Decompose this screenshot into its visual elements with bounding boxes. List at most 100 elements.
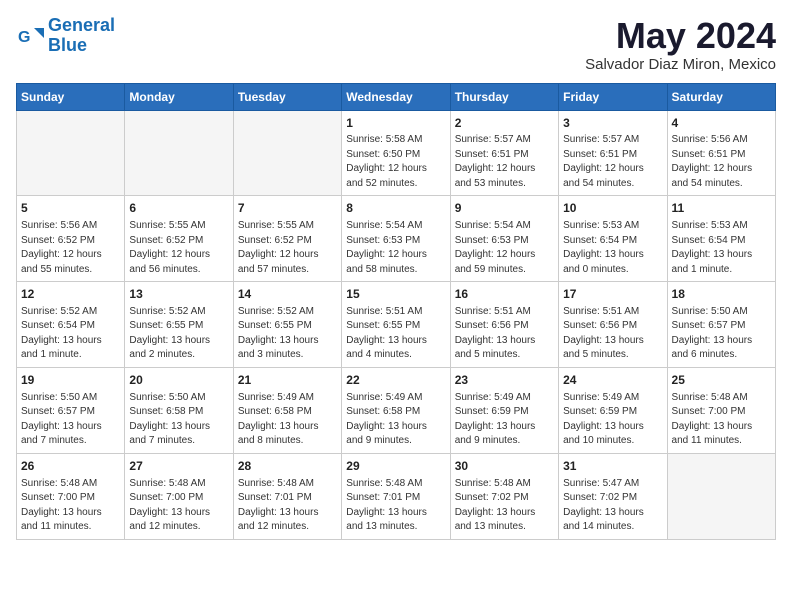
day-info: Sunrise: 5:57 AM Sunset: 6:51 PM Dayligh… (455, 133, 554, 191)
weekday-header: Tuesday (233, 83, 341, 110)
logo-text: General Blue (48, 16, 115, 56)
calendar-cell: 31 Sunrise: 5:47 AM Sunset: 7:02 PM Dayli… (559, 453, 667, 539)
month-title: May 2024 (585, 16, 776, 56)
day-info: Sunrise: 5:54 AM Sunset: 6:53 PM Dayligh… (455, 219, 554, 277)
title-block: May 2024 Salvador Diaz Miron, Mexico (585, 16, 776, 73)
calendar-cell: 17Sunrise: 5:51 AM Sunset: 6:56 PM Dayli… (559, 282, 667, 368)
day-number: 19 (21, 372, 120, 389)
day-info: Sunrise: 5:47 AM Sunset: 7:02 PM Dayligh… (563, 477, 662, 535)
calendar-cell: 18Sunrise: 5:50 AM Sunset: 6:57 PM Dayli… (667, 282, 775, 368)
day-info: Sunrise: 5:48 AM Sunset: 7:02 PM Dayligh… (455, 477, 554, 535)
weekday-header: Monday (125, 83, 233, 110)
day-number: 12 (21, 286, 120, 303)
page-header: G General Blue May 2024 Salvador Diaz Mi… (16, 16, 776, 73)
calendar-cell: 5 Sunrise: 5:56 AM Sunset: 6:52 PM Daylig… (17, 196, 125, 282)
calendar-cell: 12Sunrise: 5:52 AM Sunset: 6:54 PM Dayli… (17, 282, 125, 368)
calendar-cell: 22 Sunrise: 5:49 AM Sunset: 6:58 PM Dayli… (342, 367, 450, 453)
day-number: 27 (129, 458, 228, 475)
calendar-cell: 19 Sunrise: 5:50 AM Sunset: 6:57 PM Dayli… (17, 367, 125, 453)
day-info: Sunrise: 5:49 AM Sunset: 6:58 PM Dayligh… (238, 391, 337, 449)
calendar-cell: 16 Sunrise: 5:51 AM Sunset: 6:56 PM Dayli… (450, 282, 558, 368)
calendar-cell: 13 Sunrise: 5:52 AM Sunset: 6:55 PM Dayli… (125, 282, 233, 368)
day-number: 21 (238, 372, 337, 389)
logo-icon: G (16, 22, 44, 50)
calendar-cell: 23 Sunrise: 5:49 AM Sunset: 6:59 PM Dayli… (450, 367, 558, 453)
day-info: Sunrise: 5:53 AM Sunset: 6:54 PM Dayligh… (672, 219, 771, 277)
day-info: Sunrise: 5:51 AM Sunset: 6:56 PM Dayligh… (455, 305, 554, 363)
day-number: 13 (129, 286, 228, 303)
day-info: Sunrise: 5:49 AM Sunset: 6:59 PM Dayligh… (455, 391, 554, 449)
calendar-cell: 29 Sunrise: 5:48 AM Sunset: 7:01 PM Dayli… (342, 453, 450, 539)
day-number: 7 (238, 200, 337, 217)
weekday-header: Friday (559, 83, 667, 110)
weekday-header: Saturday (667, 83, 775, 110)
day-number: 26 (21, 458, 120, 475)
day-number: 24 (563, 372, 662, 389)
calendar-cell: 8 Sunrise: 5:54 AM Sunset: 6:53 PM Daylig… (342, 196, 450, 282)
calendar-cell: 24 Sunrise: 5:49 AM Sunset: 6:59 PM Dayli… (559, 367, 667, 453)
weekday-header: Wednesday (342, 83, 450, 110)
day-info: Sunrise: 5:58 AM Sunset: 6:50 PM Dayligh… (346, 133, 445, 191)
calendar-cell: 27 Sunrise: 5:48 AM Sunset: 7:00 PM Dayli… (125, 453, 233, 539)
day-number: 2 (455, 115, 554, 132)
calendar-cell (667, 453, 775, 539)
day-info: Sunrise: 5:52 AM Sunset: 6:55 PM Dayligh… (238, 305, 337, 363)
calendar-cell: 21 Sunrise: 5:49 AM Sunset: 6:58 PM Dayli… (233, 367, 341, 453)
day-number: 15 (346, 286, 445, 303)
day-info: Sunrise: 5:55 AM Sunset: 6:52 PM Dayligh… (129, 219, 228, 277)
calendar-cell: 14Sunrise: 5:52 AM Sunset: 6:55 PM Dayli… (233, 282, 341, 368)
day-info: Sunrise: 5:48 AM Sunset: 7:00 PM Dayligh… (672, 391, 771, 449)
day-number: 22 (346, 372, 445, 389)
calendar-cell (233, 110, 341, 196)
day-number: 8 (346, 200, 445, 217)
calendar-cell: 30 Sunrise: 5:48 AM Sunset: 7:02 PM Dayli… (450, 453, 558, 539)
day-number: 28 (238, 458, 337, 475)
svg-text:G: G (18, 29, 30, 46)
day-number: 31 (563, 458, 662, 475)
calendar-cell: 1Sunrise: 5:58 AM Sunset: 6:50 PM Daylig… (342, 110, 450, 196)
day-number: 11 (672, 200, 771, 217)
weekday-header: Thursday (450, 83, 558, 110)
day-info: Sunrise: 5:48 AM Sunset: 7:00 PM Dayligh… (21, 477, 120, 535)
day-info: Sunrise: 5:54 AM Sunset: 6:53 PM Dayligh… (346, 219, 445, 277)
calendar-week-row: 26 Sunrise: 5:48 AM Sunset: 7:00 PM Dayli… (17, 453, 776, 539)
day-number: 16 (455, 286, 554, 303)
day-number: 3 (563, 115, 662, 132)
day-number: 29 (346, 458, 445, 475)
day-info: Sunrise: 5:52 AM Sunset: 6:55 PM Dayligh… (129, 305, 228, 363)
day-info: Sunrise: 5:48 AM Sunset: 7:01 PM Dayligh… (238, 477, 337, 535)
day-info: Sunrise: 5:50 AM Sunset: 6:57 PM Dayligh… (672, 305, 771, 363)
calendar-cell: 9Sunrise: 5:54 AM Sunset: 6:53 PM Daylig… (450, 196, 558, 282)
calendar-cell: 7Sunrise: 5:55 AM Sunset: 6:52 PM Daylig… (233, 196, 341, 282)
day-number: 23 (455, 372, 554, 389)
calendar-header-row: SundayMondayTuesdayWednesdayThursdayFrid… (17, 83, 776, 110)
day-number: 1 (346, 115, 445, 132)
calendar-cell: 3Sunrise: 5:57 AM Sunset: 6:51 PM Daylig… (559, 110, 667, 196)
day-number: 25 (672, 372, 771, 389)
day-info: Sunrise: 5:48 AM Sunset: 7:01 PM Dayligh… (346, 477, 445, 535)
day-info: Sunrise: 5:53 AM Sunset: 6:54 PM Dayligh… (563, 219, 662, 277)
day-number: 4 (672, 115, 771, 132)
calendar-week-row: 1Sunrise: 5:58 AM Sunset: 6:50 PM Daylig… (17, 110, 776, 196)
day-number: 6 (129, 200, 228, 217)
day-info: Sunrise: 5:48 AM Sunset: 7:00 PM Dayligh… (129, 477, 228, 535)
day-info: Sunrise: 5:51 AM Sunset: 6:56 PM Dayligh… (563, 305, 662, 363)
calendar-cell: 2Sunrise: 5:57 AM Sunset: 6:51 PM Daylig… (450, 110, 558, 196)
day-info: Sunrise: 5:57 AM Sunset: 6:51 PM Dayligh… (563, 133, 662, 191)
day-number: 20 (129, 372, 228, 389)
day-info: Sunrise: 5:56 AM Sunset: 6:52 PM Dayligh… (21, 219, 120, 277)
calendar-cell: 11 Sunrise: 5:53 AM Sunset: 6:54 PM Dayli… (667, 196, 775, 282)
day-info: Sunrise: 5:49 AM Sunset: 6:59 PM Dayligh… (563, 391, 662, 449)
calendar-week-row: 12Sunrise: 5:52 AM Sunset: 6:54 PM Dayli… (17, 282, 776, 368)
day-number: 30 (455, 458, 554, 475)
calendar-cell: 28 Sunrise: 5:48 AM Sunset: 7:01 PM Dayli… (233, 453, 341, 539)
day-number: 5 (21, 200, 120, 217)
day-info: Sunrise: 5:50 AM Sunset: 6:57 PM Dayligh… (21, 391, 120, 449)
location: Salvador Diaz Miron, Mexico (585, 56, 776, 73)
calendar-cell: 6 Sunrise: 5:55 AM Sunset: 6:52 PM Daylig… (125, 196, 233, 282)
calendar-week-row: 19 Sunrise: 5:50 AM Sunset: 6:57 PM Dayli… (17, 367, 776, 453)
day-info: Sunrise: 5:49 AM Sunset: 6:58 PM Dayligh… (346, 391, 445, 449)
calendar-cell: 25 Sunrise: 5:48 AM Sunset: 7:00 PM Dayli… (667, 367, 775, 453)
calendar-cell: 15Sunrise: 5:51 AM Sunset: 6:55 PM Dayli… (342, 282, 450, 368)
logo: G General Blue (16, 16, 115, 56)
